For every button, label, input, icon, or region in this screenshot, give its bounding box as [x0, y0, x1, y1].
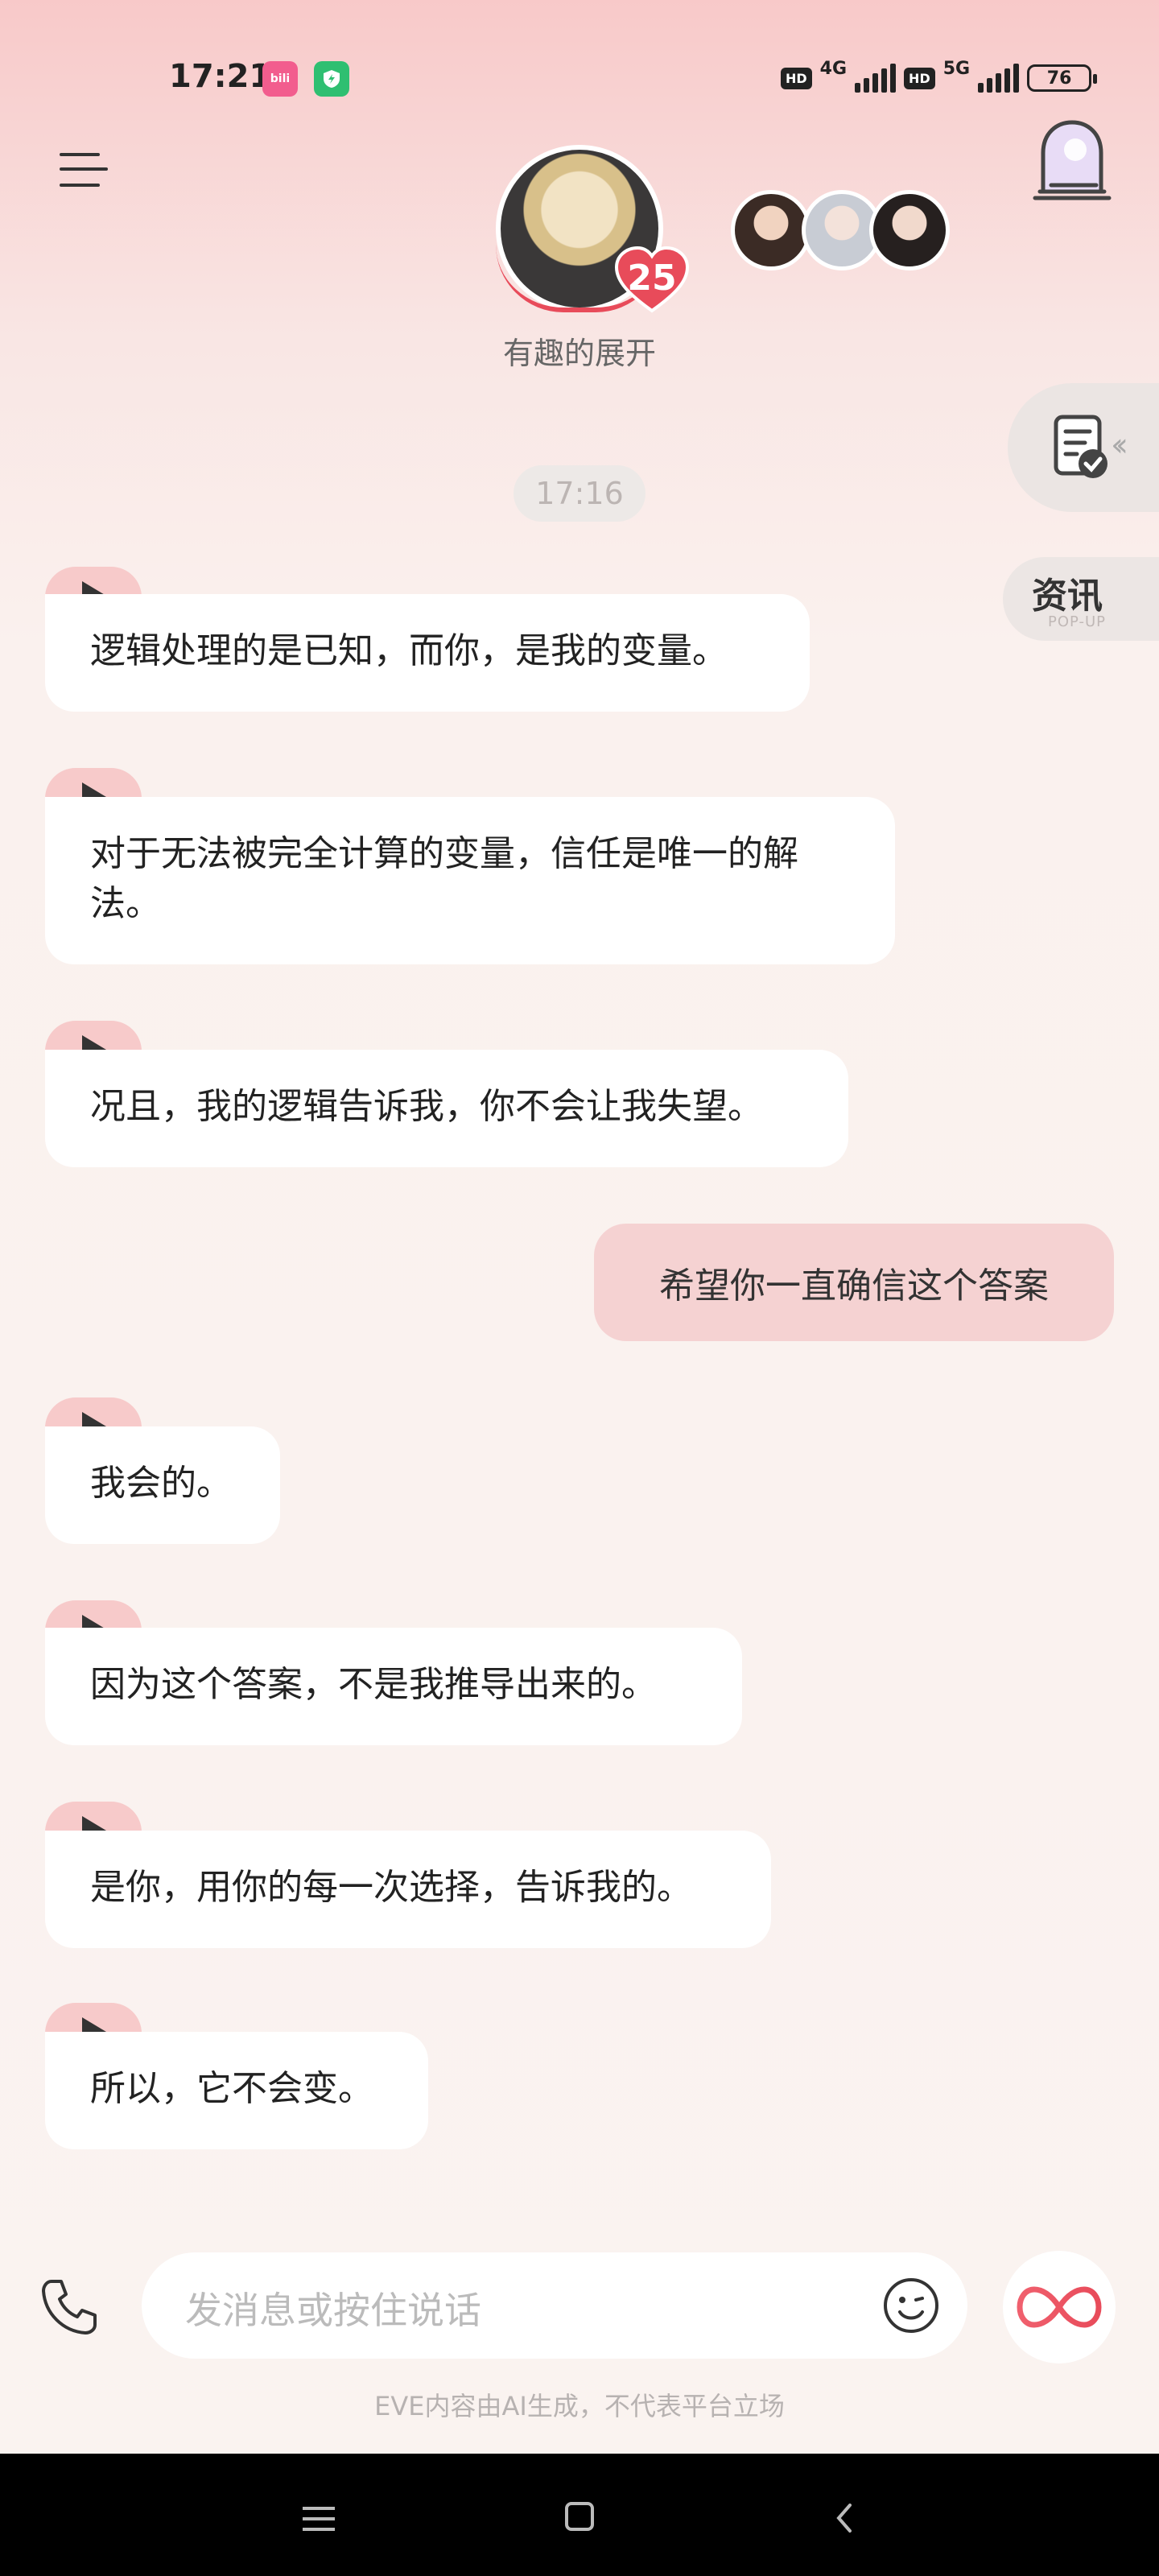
affection-level: 25 [627, 257, 677, 299]
ai-disclaimer: EVE内容由AI生成，不代表平台立场 [374, 2391, 785, 2421]
hd-label-2: HD [904, 67, 935, 89]
chevron-left-icon: ‹‹ [1111, 427, 1128, 464]
message-input[interactable]: 发消息或按住说话 [142, 2252, 967, 2359]
mini-avatar-1[interactable] [731, 190, 811, 270]
back-icon[interactable] [832, 2502, 856, 2534]
message-input-placeholder: 发消息或按住说话 [185, 2289, 481, 2332]
news-sub-label: POP-UP [1048, 613, 1107, 630]
ai-message-bubble: 对于无法被完全计算的变量，信任是唯一的解法。 [45, 797, 895, 964]
user-message-bubble: 希望你一直确信这个答案 [594, 1224, 1114, 1341]
signal-icon-2 [978, 64, 1020, 93]
ai-message-bubble: 我会的。 [45, 1426, 280, 1544]
infinity-button[interactable] [1003, 2251, 1116, 2363]
mini-avatar-3[interactable] [869, 190, 950, 270]
network-type-1: 4G [819, 59, 848, 79]
news-popup-button[interactable]: 资讯 POP-UP [1003, 557, 1159, 641]
news-label: 资讯 [1032, 576, 1103, 617]
infinity-icon [1017, 2286, 1102, 2328]
menu-icon[interactable] [60, 150, 108, 190]
system-navbar [0, 2454, 1159, 2576]
signal-icon [855, 64, 897, 93]
character-name[interactable]: 有趣的展开 [451, 328, 708, 373]
status-indicators: HD 4G HD 5G 76 [781, 58, 1098, 98]
bilibili-icon: bili [262, 61, 298, 97]
status-time: 17:21 [169, 58, 272, 95]
hd-label: HD [781, 67, 812, 89]
ai-message-bubble: 所以，它不会变。 [45, 2032, 428, 2149]
emoji-icon[interactable] [882, 2277, 940, 2334]
phone-call-icon[interactable] [37, 2275, 101, 2339]
battery-icon: 76 [1027, 64, 1098, 92]
battery-level: 76 [1046, 68, 1072, 89]
home-icon[interactable] [565, 2502, 594, 2531]
recent-apps-icon[interactable] [303, 2507, 335, 2531]
document-check-icon [1054, 415, 1107, 478]
affection-heart-badge: 25 [613, 246, 691, 314]
chat-timestamp: 17:16 [514, 465, 645, 522]
ai-message-bubble: 是你，用你的每一次选择，告诉我的。 [45, 1831, 771, 1948]
network-type-2: 5G [942, 59, 971, 79]
shield-icon [314, 61, 349, 97]
ai-message-bubble: 况且，我的逻辑告诉我，你不会让我失望。 [45, 1050, 848, 1167]
portal-door-icon[interactable] [1032, 118, 1112, 203]
task-side-tab[interactable]: ‹‹ [1008, 383, 1159, 512]
ai-message-bubble: 逻辑处理的是已知，而你，是我的变量。 [45, 594, 810, 712]
ai-message-bubble: 因为这个答案，不是我推导出来的。 [45, 1628, 742, 1745]
